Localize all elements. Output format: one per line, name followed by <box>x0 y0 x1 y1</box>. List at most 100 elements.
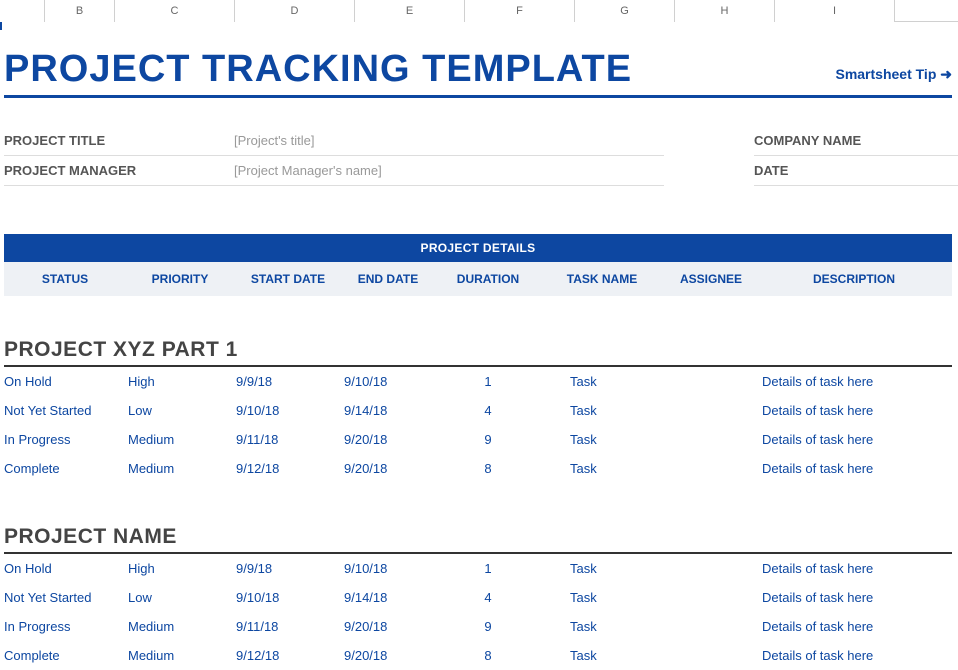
cell-duration[interactable]: 4 <box>434 583 542 612</box>
table-row[interactable]: In ProgressMedium9/11/189/20/189Task Deta… <box>4 612 952 641</box>
cell-status[interactable]: In Progress <box>4 425 126 454</box>
cell-status[interactable]: Not Yet Started <box>4 396 126 425</box>
project-details-banner: PROJECT DETAILS <box>4 234 952 262</box>
smartsheet-tip-link[interactable]: Smartsheet Tip ➜ <box>835 66 952 91</box>
cell-start-date[interactable]: 9/9/18 <box>234 554 342 583</box>
cell-task-name[interactable]: Task <box>542 583 662 612</box>
header-start-date: START DATE <box>234 262 342 296</box>
cell-priority[interactable]: Medium <box>126 612 234 641</box>
cell-task-name[interactable]: Task <box>542 396 662 425</box>
header-task-name: TASK NAME <box>542 262 662 296</box>
cell-duration[interactable]: 8 <box>434 454 542 483</box>
cell-assignee[interactable] <box>662 367 760 396</box>
table-row[interactable]: In ProgressMedium9/11/189/20/189Task Deta… <box>4 425 952 454</box>
col-header[interactable]: H <box>675 0 775 22</box>
table-row[interactable]: CompleteMedium9/12/189/20/188Task Details… <box>4 641 952 670</box>
cell-description[interactable]: Details of task here <box>760 396 948 425</box>
cell-end-date[interactable]: 9/20/18 <box>342 454 434 483</box>
cell-end-date[interactable]: 9/20/18 <box>342 641 434 670</box>
cell-priority[interactable]: Medium <box>126 454 234 483</box>
cell-description[interactable]: Details of task here <box>760 612 948 641</box>
col-header[interactable]: C <box>115 0 235 22</box>
table-row[interactable]: On HoldHigh9/9/189/10/181Task Details of … <box>4 554 952 583</box>
cell-duration[interactable]: 9 <box>434 425 542 454</box>
cell-duration[interactable]: 4 <box>434 396 542 425</box>
cell-duration[interactable]: 8 <box>434 641 542 670</box>
cell-end-date[interactable]: 9/20/18 <box>342 612 434 641</box>
section-heading: PROJECT NAME <box>4 525 952 554</box>
cell-start-date[interactable]: 9/10/18 <box>234 583 342 612</box>
cell-duration[interactable]: 1 <box>434 554 542 583</box>
cell-start-date[interactable]: 9/9/18 <box>234 367 342 396</box>
cell-description[interactable]: Details of task here <box>760 641 948 670</box>
cell-description[interactable]: Details of task here <box>760 554 948 583</box>
table-row[interactable]: Not Yet StartedLow9/10/189/14/184Task Det… <box>4 396 952 425</box>
cell-task-name[interactable]: Task <box>542 425 662 454</box>
cell-duration[interactable]: 9 <box>434 612 542 641</box>
cell-status[interactable]: Complete <box>4 641 126 670</box>
page-title: PROJECT TRACKING TEMPLATE <box>4 48 632 91</box>
col-header[interactable] <box>0 0 45 22</box>
cell-duration[interactable]: 1 <box>434 367 542 396</box>
cell-start-date[interactable]: 9/12/18 <box>234 454 342 483</box>
cell-status[interactable]: Not Yet Started <box>4 583 126 612</box>
cell-priority[interactable]: Medium <box>126 425 234 454</box>
spreadsheet-column-headers: B C D E F G H I <box>0 0 958 22</box>
cell-assignee[interactable] <box>662 454 760 483</box>
cell-start-date[interactable]: 9/11/18 <box>234 425 342 454</box>
cell-task-name[interactable]: Task <box>542 454 662 483</box>
cell-assignee[interactable] <box>662 612 760 641</box>
cell-task-name[interactable]: Task <box>542 554 662 583</box>
cell-priority[interactable]: Low <box>126 583 234 612</box>
cell-assignee[interactable] <box>662 396 760 425</box>
header-end-date: END DATE <box>342 262 434 296</box>
col-header[interactable]: G <box>575 0 675 22</box>
cell-start-date[interactable]: 9/11/18 <box>234 612 342 641</box>
cell-task-name[interactable]: Task <box>542 612 662 641</box>
col-header[interactable]: D <box>235 0 355 22</box>
col-header[interactable]: F <box>465 0 575 22</box>
cell-task-name[interactable]: Task <box>542 367 662 396</box>
project-manager-label: PROJECT MANAGER <box>4 163 234 178</box>
col-header[interactable]: B <box>45 0 115 22</box>
cell-description[interactable]: Details of task here <box>760 425 948 454</box>
cell-assignee[interactable] <box>662 554 760 583</box>
cell-priority[interactable]: High <box>126 554 234 583</box>
header-duration: DURATION <box>434 262 542 296</box>
cell-end-date[interactable]: 9/14/18 <box>342 583 434 612</box>
table-row[interactable]: CompleteMedium9/12/189/20/188Task Details… <box>4 454 952 483</box>
cell-description[interactable]: Details of task here <box>760 454 948 483</box>
col-header[interactable]: I <box>775 0 895 22</box>
cell-task-name[interactable]: Task <box>542 641 662 670</box>
cell-end-date[interactable]: 9/20/18 <box>342 425 434 454</box>
project-title-label: PROJECT TITLE <box>4 133 234 148</box>
header-description: DESCRIPTION <box>760 262 948 296</box>
section-heading: PROJECT XYZ PART 1 <box>4 338 952 367</box>
cell-assignee[interactable] <box>662 425 760 454</box>
cell-priority[interactable]: Medium <box>126 641 234 670</box>
date-label: DATE <box>754 163 958 178</box>
header-assignee: ASSIGNEE <box>662 262 760 296</box>
col-header[interactable]: E <box>355 0 465 22</box>
project-manager-field[interactable]: [Project Manager's name] <box>234 163 382 178</box>
cell-status[interactable]: In Progress <box>4 612 126 641</box>
cell-assignee[interactable] <box>662 583 760 612</box>
cell-assignee[interactable] <box>662 641 760 670</box>
cell-description[interactable]: Details of task here <box>760 367 948 396</box>
cell-description[interactable]: Details of task here <box>760 583 948 612</box>
cell-end-date[interactable]: 9/10/18 <box>342 367 434 396</box>
cell-end-date[interactable]: 9/14/18 <box>342 396 434 425</box>
cell-end-date[interactable]: 9/10/18 <box>342 554 434 583</box>
active-cell-indicator <box>0 22 2 30</box>
project-title-field[interactable]: [Project's title] <box>234 133 315 148</box>
table-row[interactable]: Not Yet StartedLow9/10/189/14/184Task Det… <box>4 583 952 612</box>
company-name-label: COMPANY NAME <box>754 133 958 148</box>
cell-start-date[interactable]: 9/10/18 <box>234 396 342 425</box>
cell-status[interactable]: Complete <box>4 454 126 483</box>
cell-status[interactable]: On Hold <box>4 367 126 396</box>
cell-start-date[interactable]: 9/12/18 <box>234 641 342 670</box>
cell-status[interactable]: On Hold <box>4 554 126 583</box>
table-row[interactable]: On HoldHigh9/9/189/10/181Task Details of … <box>4 367 952 396</box>
cell-priority[interactable]: Low <box>126 396 234 425</box>
cell-priority[interactable]: High <box>126 367 234 396</box>
